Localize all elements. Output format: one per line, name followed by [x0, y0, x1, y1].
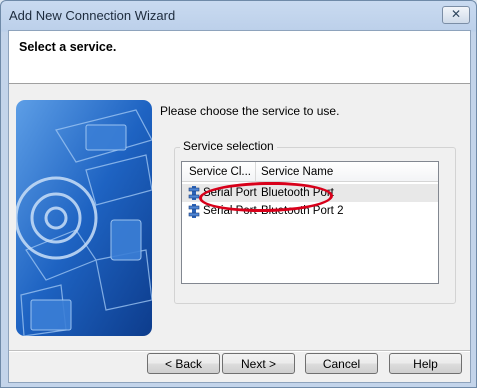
back-button[interactable]: < Back [147, 353, 220, 374]
wizard-body: Select a service. Please choose the serv… [8, 30, 471, 383]
wireless-devices-illustration [16, 100, 152, 336]
footer-divider [9, 350, 470, 352]
serial-port-icon [187, 204, 201, 218]
service-list[interactable]: Service Cl... Service Name Serial Port B… [181, 161, 439, 284]
wizard-window: Add New Connection Wizard ✕ Select a ser… [0, 0, 477, 388]
column-header-service-class[interactable]: Service Cl... [182, 162, 256, 182]
column-header-service-name[interactable]: Service Name [256, 162, 438, 182]
page-title: Select a service. [19, 40, 117, 54]
window-title: Add New Connection Wizard [9, 8, 176, 23]
cancel-button[interactable]: Cancel [305, 353, 378, 374]
close-button[interactable]: ✕ [442, 6, 470, 24]
title-bar: Add New Connection Wizard ✕ [1, 1, 476, 31]
next-button[interactable]: Next > [222, 353, 295, 374]
service-selection-label: Service selection [180, 139, 277, 153]
wizard-illustration [16, 100, 152, 336]
wizard-header: Select a service. [9, 31, 470, 84]
help-button[interactable]: Help [389, 353, 462, 374]
instruction-text: Please choose the service to use. [160, 104, 340, 118]
